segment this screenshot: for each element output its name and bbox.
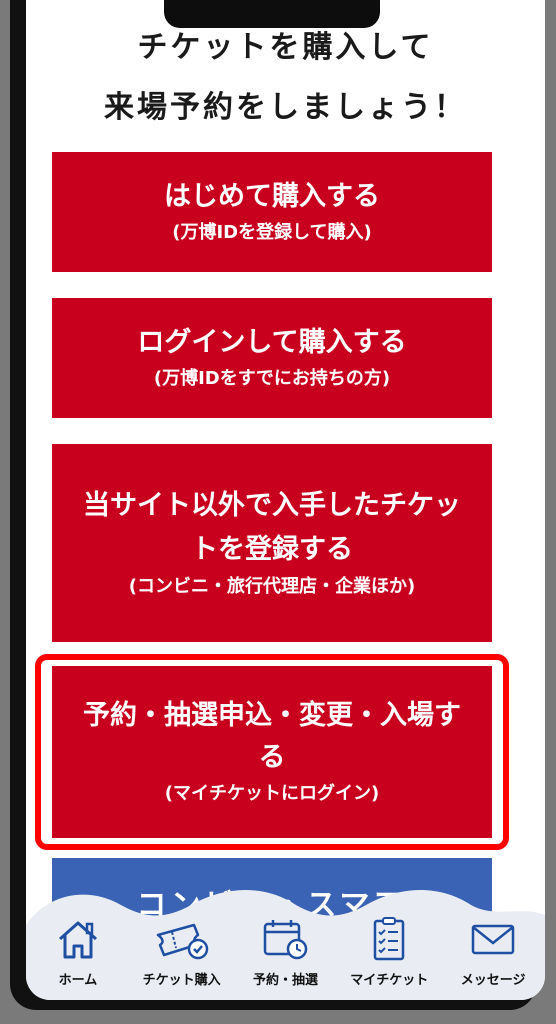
page-heading-line2: 来場予約をしましょう！ [104, 90, 467, 125]
ticket-icon [156, 923, 208, 960]
home-icon [58, 921, 97, 959]
tab-ticket-purchase[interactable]: チケット購入 [130, 905, 233, 1000]
tab-my-ticket-label: マイチケット [350, 973, 429, 988]
first-purchase-button[interactable]: はじめて購入する (万博IDを登録して購入) [52, 152, 492, 272]
tab-my-ticket[interactable]: マイチケット [338, 905, 441, 1000]
register-external-ticket-sublabel: (コンビニ・旅行代理店・企業ほか) [128, 576, 416, 597]
device-notch [164, 0, 380, 28]
tab-message[interactable]: メッセージ [442, 905, 545, 1000]
tab-message-label: メッセージ [460, 973, 526, 988]
tab-reservation-lottery[interactable]: 予約・抽選 [234, 905, 337, 1000]
login-purchase-sublabel: (万博IDをすでにお持ちの方) [153, 368, 391, 389]
tab-ticket-purchase-label: チケット購入 [142, 973, 221, 988]
register-external-ticket-label: 当サイト以外で入手したチケットを登録する [83, 490, 461, 565]
tab-reservation-lottery-label: 予約・抽選 [252, 973, 318, 988]
clipboard-icon [374, 917, 405, 961]
first-purchase-sublabel: (万博IDを登録して購入) [172, 222, 372, 243]
login-purchase-button[interactable]: ログインして購入する (万博IDをすでにお持ちの方) [52, 298, 492, 418]
app-screen: チケットを購入して 来場予約をしましょう！ はじめて購入する (万博IDを登録し… [26, 0, 545, 1000]
tab-home[interactable]: ホーム [26, 905, 129, 1000]
bottom-tab-bar: ホーム チケット購入 予約・抽選 マイチケット メッセージ [26, 905, 545, 1000]
calendar-icon [264, 920, 308, 960]
reserve-lottery-enter-sublabel: (マイチケットにログイン) [164, 783, 380, 804]
page-heading-line1: チケットを購入して [137, 30, 434, 65]
login-purchase-label: ログインして購入する [137, 327, 407, 358]
reserve-lottery-enter-label: 予約・抽選申込・変更・入場する [83, 700, 461, 773]
mail-icon [471, 924, 515, 955]
register-external-ticket-button[interactable]: 当サイト以外で入手したチケットを登録する (コンビニ・旅行代理店・企業ほか) [52, 444, 492, 642]
first-purchase-label: はじめて購入する [164, 181, 380, 212]
tab-home-label: ホーム [58, 973, 98, 988]
reserve-lottery-enter-button[interactable]: 予約・抽選申込・変更・入場する (マイチケットにログイン) [52, 666, 492, 838]
